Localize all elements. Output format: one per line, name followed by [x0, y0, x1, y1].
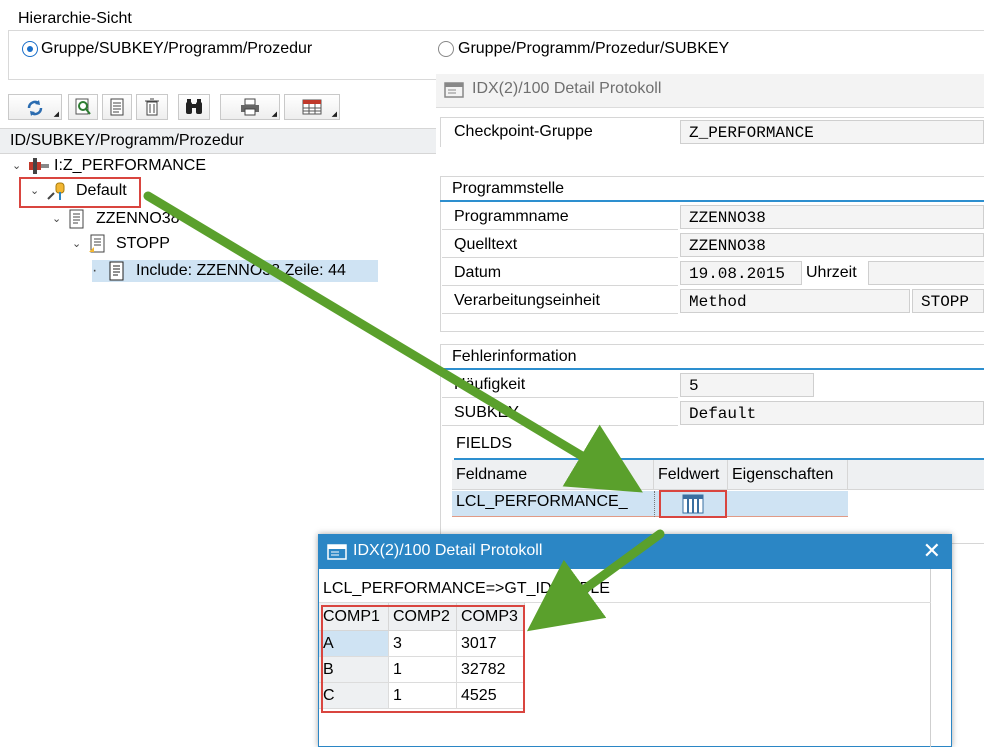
annotation-arrows — [143, 191, 665, 632]
arrow-feldwert-to-table — [526, 529, 665, 632]
arrow-default-to-feldwert — [143, 191, 643, 493]
